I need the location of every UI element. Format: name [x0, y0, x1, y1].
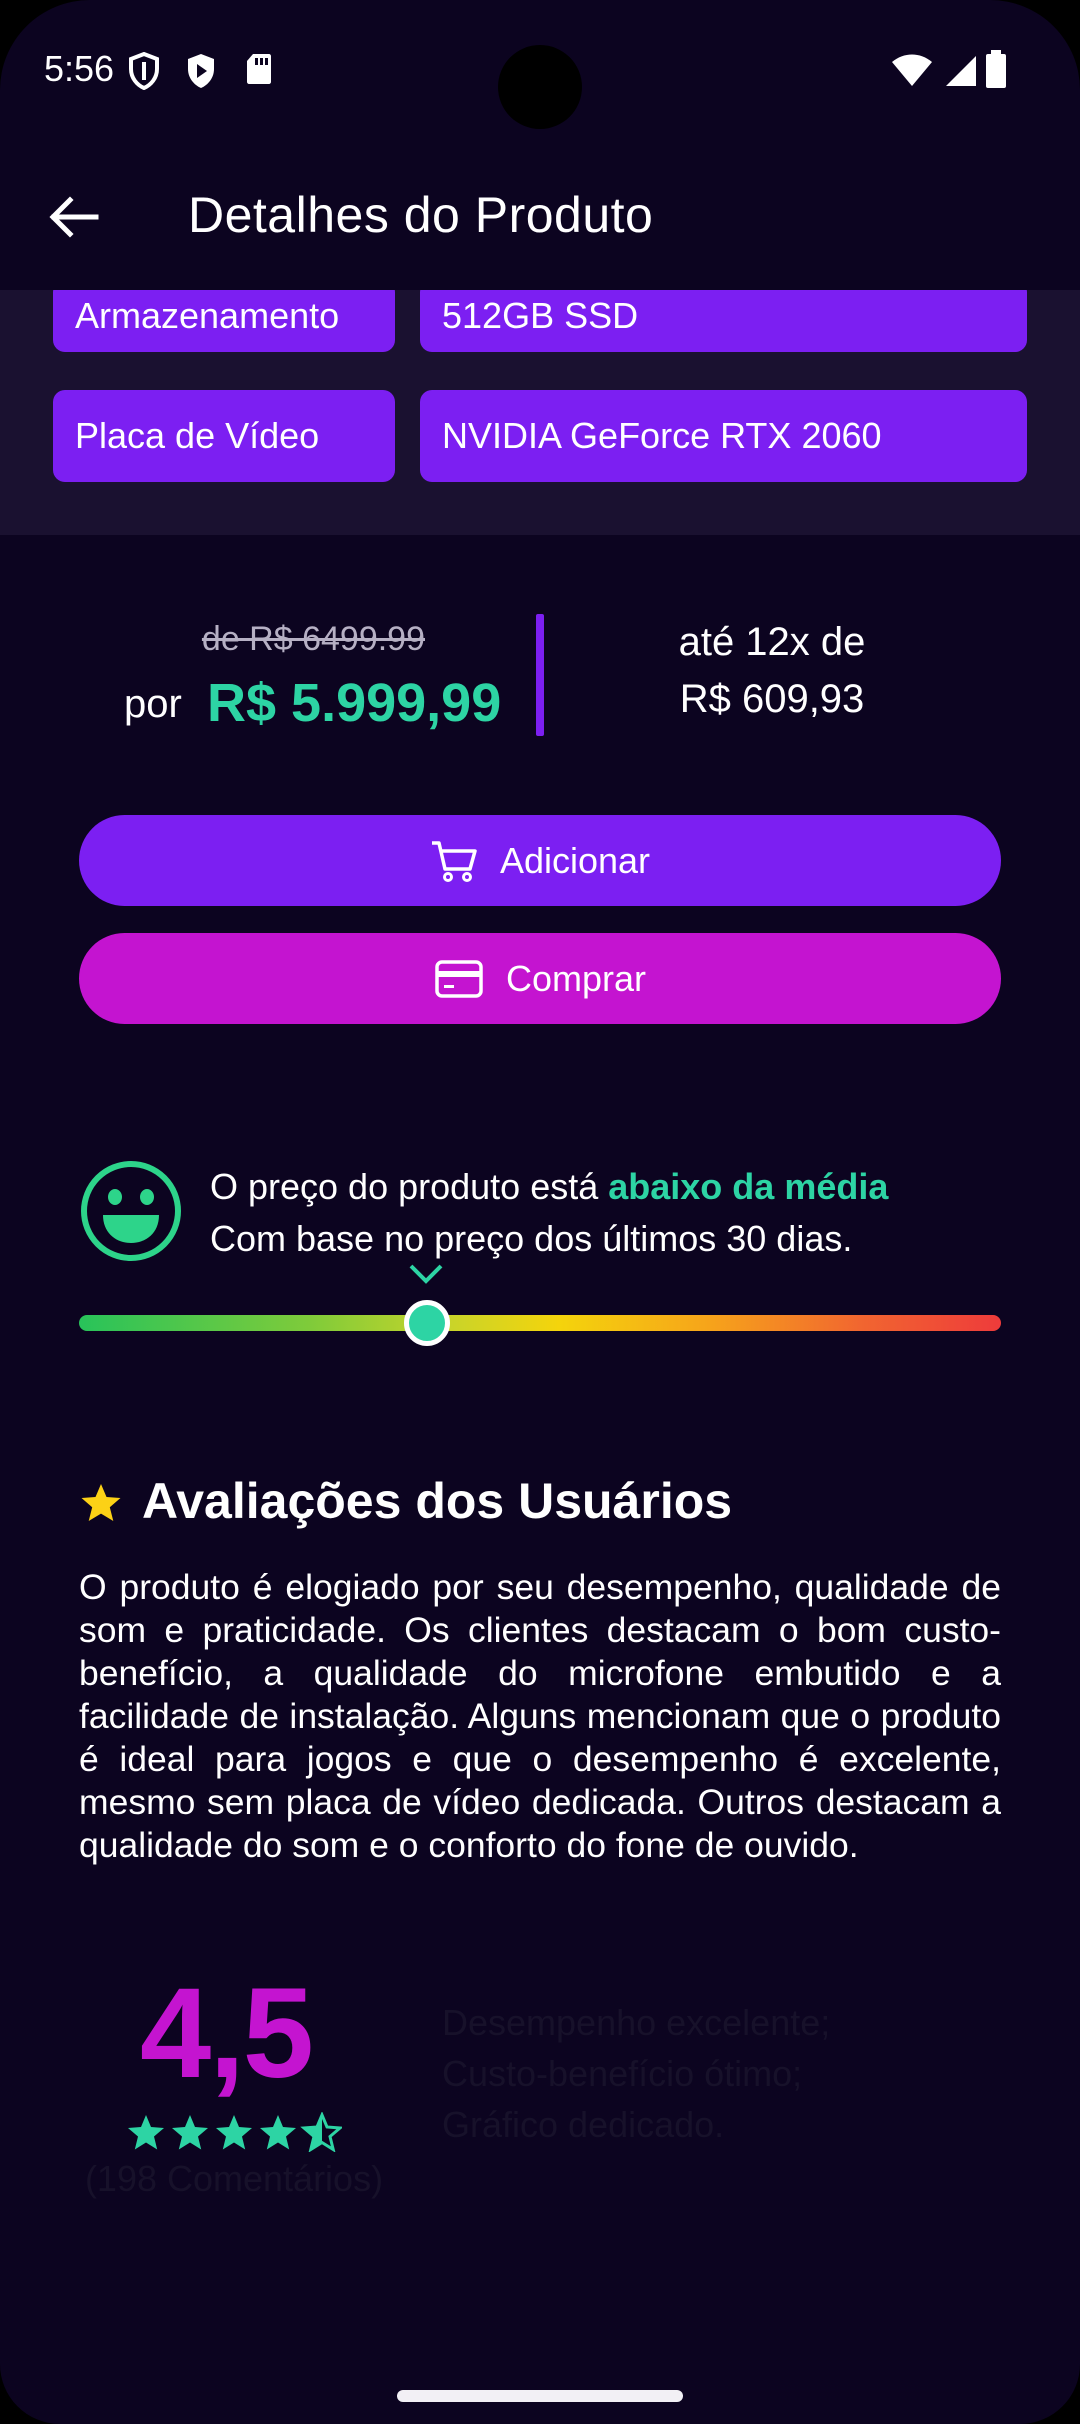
review-highlight: Custo-benefício ótimo; [442, 2053, 803, 2094]
front-camera [498, 45, 582, 129]
home-indicator[interactable] [397, 2390, 683, 2402]
indicator-highlight: abaixo da média [608, 1166, 889, 1207]
arrow-back-icon[interactable] [44, 192, 104, 242]
add-button-label: Adicionar [499, 839, 651, 881]
buy-button[interactable]: Comprar [79, 933, 1001, 1024]
spec-value: 512GB SSD [420, 280, 1027, 352]
price-divider [536, 614, 544, 736]
price-prefix: por [124, 682, 182, 726]
installments-label: até 12x de [678, 620, 866, 664]
wifi-icon [892, 54, 932, 86]
shield-outline-icon [129, 52, 159, 90]
reviews-title: Avaliações dos Usuários [142, 1473, 733, 1529]
price-level-marker [403, 1300, 450, 1346]
signal-icon [946, 56, 976, 86]
review-highlight: Gráfico dedicado. [442, 2104, 725, 2145]
add-to-cart-button[interactable]: Adicionar [79, 815, 1001, 906]
app-bar: Detalhes do Produto [0, 140, 1080, 290]
specs-panel: Armazenamento 512GB SSD Placa de Vídeo N… [0, 280, 1080, 535]
status-time: 5:56 [44, 48, 115, 89]
old-price: de R$ 6499.99 [201, 620, 425, 658]
rating-score: 4,5 [140, 1962, 314, 2105]
buy-button-label: Comprar [505, 957, 647, 999]
rating-stars [128, 2112, 342, 2152]
spec-label: Placa de Vídeo [53, 390, 395, 482]
smiley-icon [81, 1161, 181, 1261]
spec-label: Armazenamento [53, 280, 395, 352]
indicator-text-prefix: O preço do produto está [210, 1166, 609, 1207]
review-highlight: Desempenho excelente; [442, 2002, 831, 2043]
chevron-down-icon [409, 1264, 443, 1284]
sd-card-icon [247, 54, 271, 84]
star-icon [260, 2115, 296, 2150]
price-indicator-text: O preço do produto está abaixo da média [210, 1166, 888, 1208]
price-level-track [79, 1315, 1001, 1331]
reviews-summary: O produto é elogiado por seu desempenho,… [79, 1567, 1001, 1865]
star-icon [81, 1484, 121, 1521]
status-bar: 5:56 [0, 0, 1080, 140]
cart-icon [431, 840, 477, 882]
page-title: Detalhes do Produto [188, 187, 654, 243]
battery-icon [986, 50, 1006, 88]
shield-play-icon [188, 54, 214, 88]
star-icon [216, 2115, 252, 2150]
current-price: R$ 5.999,99 [207, 673, 502, 733]
star-icon [128, 2115, 164, 2150]
installments-value: R$ 609,93 [679, 677, 865, 721]
credit-card-icon [435, 959, 483, 998]
star-icon [300, 2112, 342, 2152]
spec-value: NVIDIA GeForce RTX 2060 [420, 390, 1027, 482]
star-icon [172, 2115, 208, 2150]
phone-screen: 5:56 Detalhes do Produto Armazenamento 5… [0, 0, 1080, 2424]
review-count: (198 Comentários) [84, 2158, 384, 2199]
indicator-subtext: Com base no preço dos últimos 30 dias. [210, 1218, 853, 1259]
